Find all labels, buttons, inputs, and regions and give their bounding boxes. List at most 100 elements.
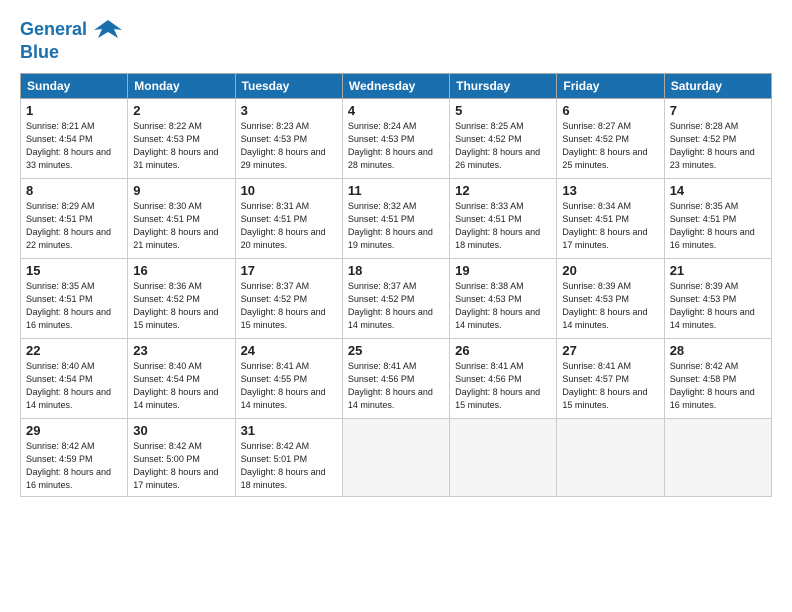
calendar-cell: 25Sunrise: 8:41 AMSunset: 4:56 PMDayligh…: [342, 339, 449, 419]
calendar-week-row: 8Sunrise: 8:29 AMSunset: 4:51 PMDaylight…: [21, 179, 772, 259]
day-info: Sunrise: 8:39 AMSunset: 4:53 PMDaylight:…: [562, 280, 658, 332]
calendar-cell: 12 Sunrise: 8:33 AMSunset: 4:51 PMDayligh…: [450, 179, 557, 259]
day-info: Sunrise: 8:39 AMSunset: 4:53 PMDaylight:…: [670, 280, 766, 332]
calendar-cell: 27Sunrise: 8:41 AMSunset: 4:57 PMDayligh…: [557, 339, 664, 419]
day-number: 29: [26, 423, 122, 438]
header-day-sunday: Sunday: [21, 74, 128, 99]
calendar-cell: 11 Sunrise: 8:32 AMSunset: 4:51 PMDayligh…: [342, 179, 449, 259]
day-number: 1: [26, 103, 122, 118]
calendar-cell: 17Sunrise: 8:37 AMSunset: 4:52 PMDayligh…: [235, 259, 342, 339]
calendar-cell: 19 Sunrise: 8:38 AMSunset: 4:53 PMDayligh…: [450, 259, 557, 339]
calendar-cell: 31 Sunrise: 8:42 AMSunset: 5:01 PMDayligh…: [235, 419, 342, 497]
day-number: 31: [241, 423, 337, 438]
day-info: Sunrise: 8:40 AMSunset: 4:54 PMDaylight:…: [133, 360, 229, 412]
day-info: Sunrise: 8:23 AMSunset: 4:53 PMDaylight:…: [241, 120, 337, 172]
calendar-cell: [557, 419, 664, 497]
calendar-cell: 14 Sunrise: 8:35 AMSunset: 4:51 PMDayligh…: [664, 179, 771, 259]
day-number: 19: [455, 263, 551, 278]
day-number: 7: [670, 103, 766, 118]
header-day-friday: Friday: [557, 74, 664, 99]
day-number: 26: [455, 343, 551, 358]
day-info: Sunrise: 8:34 AMSunset: 4:51 PMDaylight:…: [562, 200, 658, 252]
calendar-cell: 3 Sunrise: 8:23 AMSunset: 4:53 PMDaylight…: [235, 99, 342, 179]
day-info: Sunrise: 8:32 AMSunset: 4:51 PMDaylight:…: [348, 200, 444, 252]
day-info: Sunrise: 8:41 AMSunset: 4:57 PMDaylight:…: [562, 360, 658, 412]
day-info: Sunrise: 8:41 AMSunset: 4:55 PMDaylight:…: [241, 360, 337, 412]
day-info: Sunrise: 8:37 AMSunset: 4:52 PMDaylight:…: [348, 280, 444, 332]
calendar-week-row: 22Sunrise: 8:40 AMSunset: 4:54 PMDayligh…: [21, 339, 772, 419]
day-info: Sunrise: 8:41 AMSunset: 4:56 PMDaylight:…: [455, 360, 551, 412]
day-number: 11: [348, 183, 444, 198]
day-number: 8: [26, 183, 122, 198]
day-info: Sunrise: 8:36 AMSunset: 4:52 PMDaylight:…: [133, 280, 229, 332]
day-info: Sunrise: 8:30 AMSunset: 4:51 PMDaylight:…: [133, 200, 229, 252]
day-number: 6: [562, 103, 658, 118]
day-info: Sunrise: 8:38 AMSunset: 4:53 PMDaylight:…: [455, 280, 551, 332]
calendar-cell: 28 Sunrise: 8:42 AMSunset: 4:58 PMDayligh…: [664, 339, 771, 419]
day-number: 4: [348, 103, 444, 118]
day-info: Sunrise: 8:42 AMSunset: 4:58 PMDaylight:…: [670, 360, 766, 412]
day-info: Sunrise: 8:33 AMSunset: 4:51 PMDaylight:…: [455, 200, 551, 252]
calendar-cell: 4 Sunrise: 8:24 AMSunset: 4:53 PMDaylight…: [342, 99, 449, 179]
calendar-cell: [664, 419, 771, 497]
calendar-cell: 16Sunrise: 8:36 AMSunset: 4:52 PMDayligh…: [128, 259, 235, 339]
day-info: Sunrise: 8:42 AMSunset: 5:01 PMDaylight:…: [241, 440, 337, 492]
calendar-cell: 2 Sunrise: 8:22 AMSunset: 4:53 PMDaylight…: [128, 99, 235, 179]
calendar-header-row: SundayMondayTuesdayWednesdayThursdayFrid…: [21, 74, 772, 99]
day-number: 17: [241, 263, 337, 278]
header: General Blue: [20, 16, 772, 63]
day-info: Sunrise: 8:41 AMSunset: 4:56 PMDaylight:…: [348, 360, 444, 412]
day-number: 12: [455, 183, 551, 198]
logo: General Blue: [20, 16, 122, 63]
day-info: Sunrise: 8:21 AMSunset: 4:54 PMDaylight:…: [26, 120, 122, 172]
calendar-cell: 8Sunrise: 8:29 AMSunset: 4:51 PMDaylight…: [21, 179, 128, 259]
day-number: 5: [455, 103, 551, 118]
day-info: Sunrise: 8:35 AMSunset: 4:51 PMDaylight:…: [26, 280, 122, 332]
day-number: 15: [26, 263, 122, 278]
calendar-cell: [342, 419, 449, 497]
calendar-cell: 6 Sunrise: 8:27 AMSunset: 4:52 PMDaylight…: [557, 99, 664, 179]
day-info: Sunrise: 8:40 AMSunset: 4:54 PMDaylight:…: [26, 360, 122, 412]
day-info: Sunrise: 8:28 AMSunset: 4:52 PMDaylight:…: [670, 120, 766, 172]
calendar-cell: 29 Sunrise: 8:42 AMSunset: 4:59 PMDayligh…: [21, 419, 128, 497]
day-number: 28: [670, 343, 766, 358]
day-number: 9: [133, 183, 229, 198]
day-number: 23: [133, 343, 229, 358]
day-number: 14: [670, 183, 766, 198]
calendar-week-row: 29 Sunrise: 8:42 AMSunset: 4:59 PMDayligh…: [21, 419, 772, 497]
header-day-monday: Monday: [128, 74, 235, 99]
day-info: Sunrise: 8:42 AMSunset: 4:59 PMDaylight:…: [26, 440, 122, 492]
day-info: Sunrise: 8:25 AMSunset: 4:52 PMDaylight:…: [455, 120, 551, 172]
calendar-cell: 24 Sunrise: 8:41 AMSunset: 4:55 PMDayligh…: [235, 339, 342, 419]
day-info: Sunrise: 8:24 AMSunset: 4:53 PMDaylight:…: [348, 120, 444, 172]
header-day-tuesday: Tuesday: [235, 74, 342, 99]
calendar-cell: 23 Sunrise: 8:40 AMSunset: 4:54 PMDayligh…: [128, 339, 235, 419]
header-day-saturday: Saturday: [664, 74, 771, 99]
day-number: 3: [241, 103, 337, 118]
calendar-week-row: 15 Sunrise: 8:35 AMSunset: 4:51 PMDayligh…: [21, 259, 772, 339]
calendar-cell: 15 Sunrise: 8:35 AMSunset: 4:51 PMDayligh…: [21, 259, 128, 339]
calendar-table: SundayMondayTuesdayWednesdayThursdayFrid…: [20, 73, 772, 497]
calendar-cell: 30Sunrise: 8:42 AMSunset: 5:00 PMDayligh…: [128, 419, 235, 497]
day-number: 30: [133, 423, 229, 438]
day-number: 13: [562, 183, 658, 198]
calendar-cell: 18 Sunrise: 8:37 AMSunset: 4:52 PMDayligh…: [342, 259, 449, 339]
day-info: Sunrise: 8:22 AMSunset: 4:53 PMDaylight:…: [133, 120, 229, 172]
header-day-wednesday: Wednesday: [342, 74, 449, 99]
calendar-cell: 20Sunrise: 8:39 AMSunset: 4:53 PMDayligh…: [557, 259, 664, 339]
calendar-cell: 7 Sunrise: 8:28 AMSunset: 4:52 PMDaylight…: [664, 99, 771, 179]
day-number: 18: [348, 263, 444, 278]
calendar-cell: 10Sunrise: 8:31 AMSunset: 4:51 PMDayligh…: [235, 179, 342, 259]
day-number: 24: [241, 343, 337, 358]
calendar-cell: 26 Sunrise: 8:41 AMSunset: 4:56 PMDayligh…: [450, 339, 557, 419]
calendar-cell: 1 Sunrise: 8:21 AMSunset: 4:54 PMDaylight…: [21, 99, 128, 179]
calendar-cell: 21Sunrise: 8:39 AMSunset: 4:53 PMDayligh…: [664, 259, 771, 339]
calendar-body: 1 Sunrise: 8:21 AMSunset: 4:54 PMDaylight…: [21, 99, 772, 497]
page: General Blue SundayMondayTuesdayWednesda…: [0, 0, 792, 612]
day-info: Sunrise: 8:35 AMSunset: 4:51 PMDaylight:…: [670, 200, 766, 252]
day-number: 2: [133, 103, 229, 118]
calendar-cell: 5 Sunrise: 8:25 AMSunset: 4:52 PMDaylight…: [450, 99, 557, 179]
day-info: Sunrise: 8:27 AMSunset: 4:52 PMDaylight:…: [562, 120, 658, 172]
logo-bird-icon: [94, 16, 122, 44]
calendar-cell: 9 Sunrise: 8:30 AMSunset: 4:51 PMDaylight…: [128, 179, 235, 259]
